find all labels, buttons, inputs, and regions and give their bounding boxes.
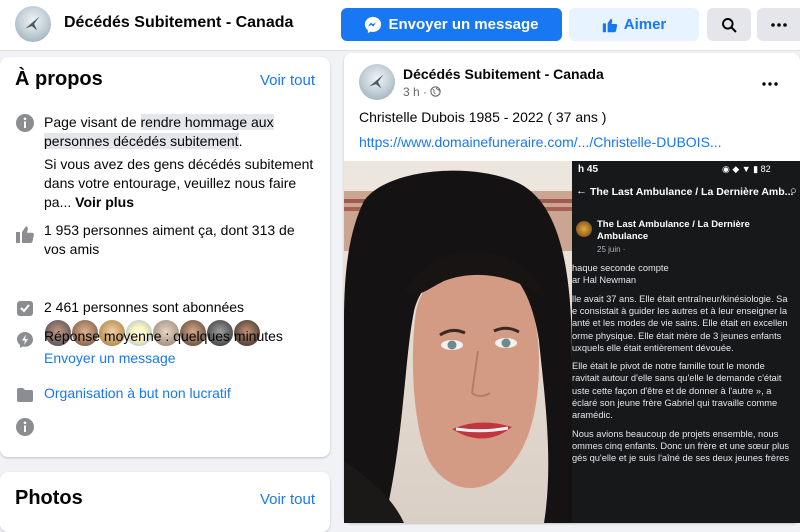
like-icon [16, 226, 34, 243]
screenshot-text-line: uste cette façon d'être et de donner à l… [572, 385, 772, 396]
post-text: Christelle Dubois 1985 - 2022 ( 37 ans ) [359, 109, 607, 125]
more-icon [762, 82, 778, 86]
post-author-avatar[interactable] [359, 64, 395, 100]
status-icons: ◉ ◆ ▼ ▮ 82 [722, 164, 771, 174]
search-icon [722, 17, 737, 32]
like-label: Aimer [623, 16, 667, 33]
screenshot-date: 25 juin · [597, 245, 626, 254]
category-link[interactable]: Organisation à but non lucratif [44, 384, 319, 403]
response-time: Réponse moyenne : quelques minutes [44, 328, 283, 344]
post-timestamp[interactable]: 3 h · [403, 85, 427, 99]
post-card: Décédés Subitement - Canada 3 h · Christ… [344, 53, 800, 523]
search-icon: ○ [790, 185, 797, 197]
back-arrow-icon: ← [576, 185, 587, 197]
about-invite: Si vous avez des gens décédés subitement… [44, 155, 319, 212]
response-icon [17, 332, 33, 348]
info-icon [16, 418, 34, 436]
screenshot-text-line: orme physique. Elle était mère de 3 jeun… [572, 330, 782, 341]
screenshot-text-line: ravitait autour d'elle sans qu'elle le d… [572, 373, 782, 384]
screenshot-text-line: Elle était le pivot de notre famille tou… [572, 361, 765, 372]
messenger-icon [365, 16, 382, 33]
post-options-button[interactable] [762, 73, 778, 91]
globe-icon [430, 86, 442, 97]
about-title: À propos [15, 68, 103, 90]
post-photo-portrait[interactable] [344, 161, 572, 523]
screenshot-text-line: uxquels elle était entièrement dévouée. [572, 342, 734, 353]
likes-count: 1 953 personnes aiment ça, dont 313 de v… [44, 222, 295, 257]
screenshot-text-line: Nous avions beaucoup de projets ensemble… [572, 428, 779, 439]
ambulance-avatar [576, 221, 592, 237]
screenshot-text-line: ar Hal Newman [572, 275, 637, 286]
category-icon [17, 388, 33, 402]
post-meta: 3 h · [403, 85, 442, 99]
description-end: . [238, 133, 243, 149]
post-photo-screenshot[interactable]: h 45 ◉ ◆ ▼ ▮ 82 ← The Last Ambulance / L… [572, 161, 800, 523]
send-message-button[interactable]: Envoyer un message [341, 8, 562, 41]
send-message-link[interactable]: Envoyer un message [44, 349, 319, 368]
screenshot-header-title: The Last Ambulance / La Dernière Amb... [590, 186, 794, 198]
screenshot-text-line: ommes cinq enfants. Donc un frère et une… [572, 440, 790, 451]
hummingbird-icon [25, 16, 40, 31]
see-more-link[interactable]: Voir plus [75, 194, 134, 210]
photos-title: Photos [15, 487, 83, 509]
status-time: h 45 [578, 164, 599, 175]
description-text: Page visant de [44, 114, 141, 130]
followers-icon [17, 301, 33, 316]
screenshot-text-line: gés qu'elle et je suis l'aîné de ses deu… [572, 453, 789, 464]
portrait-image [344, 161, 572, 523]
photos-card: Photos Voir tout [0, 472, 330, 532]
screenshot-text-line: lle avait 37 ans. Elle était entraîneur/… [572, 293, 788, 304]
screenshot-text-line: aramédic. [572, 410, 613, 421]
more-options-button[interactable] [757, 8, 800, 41]
page-avatar[interactable] [15, 6, 51, 42]
more-icon [770, 22, 787, 27]
about-description: Page visant de rendre hommage aux person… [44, 113, 319, 151]
search-button[interactable] [707, 8, 751, 41]
followers-count: 2 461 personnes sont abonnées [44, 299, 245, 315]
like-button[interactable]: Aimer [569, 8, 699, 41]
about-see-all-link[interactable]: Voir tout [260, 72, 315, 89]
send-message-label: Envoyer un message [388, 16, 539, 33]
post-author-name[interactable]: Décédés Subitement - Canada [403, 66, 604, 82]
screenshot-page-name-2: Ambulance [597, 231, 649, 242]
hummingbird-icon [369, 74, 384, 89]
thumbs-up-icon [602, 18, 617, 32]
screenshot-page-name-1: The Last Ambulance / La Dernière [597, 219, 750, 230]
page-header: Décédés Subitement - Canada Envoyer un m… [0, 0, 800, 51]
screenshot-text-line: e consistait à guider les autres et à le… [572, 305, 787, 316]
screenshot-text-line: haque seconde compte [572, 263, 669, 273]
photos-see-all-link[interactable]: Voir tout [260, 491, 315, 508]
screenshot-text-line: anté et les modes de vie sains. Elle éta… [572, 318, 788, 329]
info-icon [16, 114, 34, 132]
about-card: À propos Voir tout Page visant de rendre… [0, 57, 330, 457]
screenshot-text-line: éclaré son jeune frère Gabriel qui trava… [572, 398, 778, 408]
post-link[interactable]: https://www.domainefuneraire.com/.../Chr… [359, 134, 789, 150]
page-title[interactable]: Décédés Subitement - Canada [64, 14, 293, 32]
